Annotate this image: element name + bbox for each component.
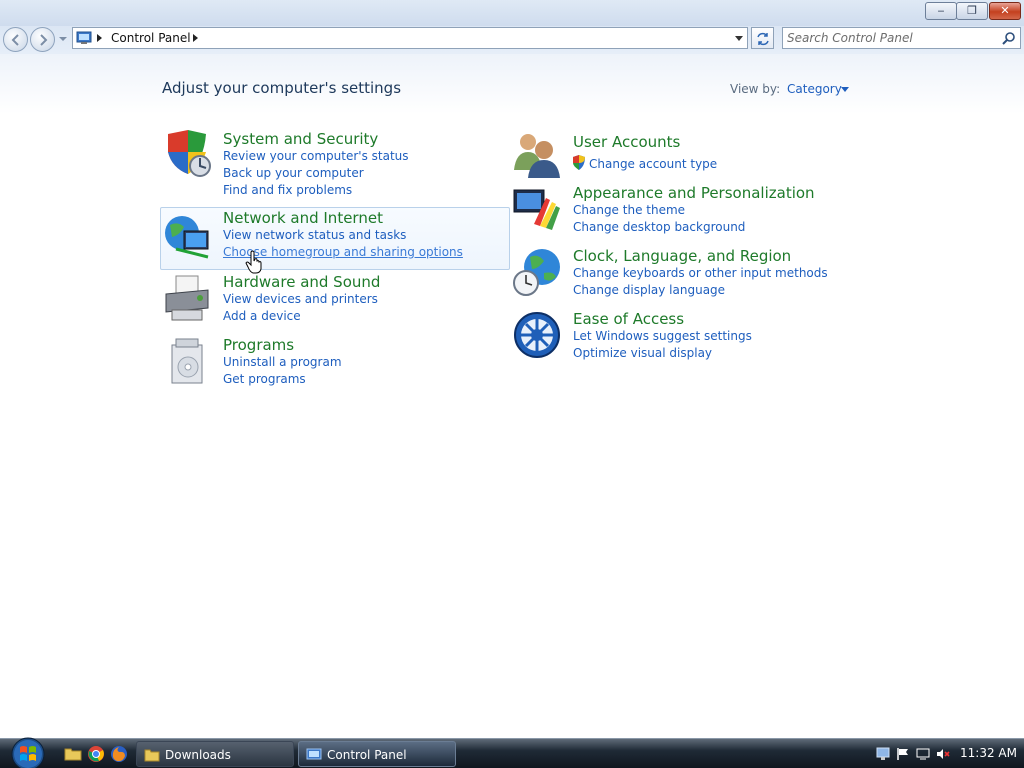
address-bar[interactable]: Control Panel: [72, 27, 748, 49]
taskbar: Downloads Control Panel 11:32 AM: [0, 736, 1024, 768]
volume-muted-icon[interactable]: [936, 747, 950, 761]
back-arrow-icon: [11, 34, 19, 46]
search-input[interactable]: [787, 30, 997, 46]
folder-icon: [144, 749, 160, 762]
view-by-chevron-down-icon[interactable]: [841, 87, 849, 92]
back-button[interactable]: [3, 27, 28, 52]
change-display-language-link[interactable]: Change display language: [573, 283, 725, 297]
clock-region-title[interactable]: Clock, Language, and Region: [573, 247, 791, 265]
content-area: Adjust your computer's settings View by:…: [0, 54, 1024, 738]
control-panel-icon: [306, 748, 322, 760]
tray-network-icon[interactable]: [876, 747, 890, 761]
taskbar-control-panel-label: Control Panel: [327, 748, 407, 762]
action-center-flag-icon[interactable]: [896, 747, 910, 761]
category-network-internet[interactable]: Network and Internet View network status…: [160, 207, 510, 270]
change-background-link[interactable]: Change desktop background: [573, 220, 745, 234]
refresh-icon: [757, 32, 769, 46]
change-theme-link[interactable]: Change the theme: [573, 203, 685, 217]
firefox-icon[interactable]: [110, 745, 128, 763]
change-keyboards-link[interactable]: Change keyboards or other input methods: [573, 266, 828, 280]
programs-title[interactable]: Programs: [223, 336, 294, 354]
suggest-settings-link[interactable]: Let Windows suggest settings: [573, 329, 752, 343]
category-user-accounts: User Accounts Change account type: [512, 130, 862, 178]
category-ease-access: Ease of Access Let Windows suggest setti…: [512, 308, 862, 368]
refresh-button[interactable]: [751, 27, 774, 49]
appearance-title[interactable]: Appearance and Personalization: [573, 184, 815, 202]
review-status-link[interactable]: Review your computer's status: [223, 149, 409, 163]
change-account-type-link[interactable]: Change account type: [589, 157, 717, 171]
explorer-folder-icon[interactable]: [64, 745, 82, 763]
control-panel-icon: [76, 31, 92, 44]
taskbar-clock[interactable]: 11:32 AM: [960, 746, 1017, 760]
add-device-link[interactable]: Add a device: [223, 309, 301, 323]
uac-shield-icon: [573, 155, 585, 170]
taskbar-downloads-button[interactable]: Downloads: [136, 741, 294, 767]
system-security-title[interactable]: System and Security: [223, 130, 378, 148]
backup-link[interactable]: Back up your computer: [223, 166, 364, 180]
hardware-sound-title[interactable]: Hardware and Sound: [223, 273, 380, 291]
printer-icon[interactable]: [162, 274, 212, 324]
category-appearance: Appearance and Personalization Change th…: [512, 182, 862, 242]
optimize-display-link[interactable]: Optimize visual display: [573, 346, 712, 360]
view-by-dropdown[interactable]: Category: [787, 82, 842, 96]
category-hardware-sound: Hardware and Sound View devices and prin…: [160, 272, 510, 332]
breadcrumb-separator-icon[interactable]: [97, 34, 102, 42]
appearance-icon[interactable]: [512, 184, 562, 234]
navigation-bar: Control Panel: [0, 26, 1024, 54]
programs-icon[interactable]: [162, 337, 212, 387]
ease-access-title[interactable]: Ease of Access: [573, 310, 684, 328]
title-bar: ‒ ❐ ✕: [0, 0, 1024, 26]
view-network-status-link[interactable]: View network status and tasks: [223, 228, 406, 242]
forward-arrow-icon: [40, 34, 48, 46]
category-programs: Programs Uninstall a program Get program…: [160, 335, 510, 395]
view-by-label: View by:: [730, 82, 781, 96]
hand-cursor-icon: [245, 250, 262, 274]
network-internet-title[interactable]: Network and Internet: [223, 209, 383, 227]
tray-display-icon[interactable]: [916, 747, 930, 761]
search-box[interactable]: [782, 27, 1021, 49]
forward-button[interactable]: [30, 27, 55, 52]
minimize-button[interactable]: ‒: [925, 2, 957, 20]
user-accounts-icon[interactable]: [512, 130, 562, 180]
clock-globe-icon[interactable]: [512, 247, 562, 297]
ease-of-access-icon[interactable]: [512, 310, 562, 360]
taskbar-downloads-label: Downloads: [165, 748, 231, 762]
page-title: Adjust your computer's settings: [162, 79, 402, 97]
user-accounts-title[interactable]: User Accounts: [573, 133, 680, 151]
category-clock-region: Clock, Language, and Region Change keybo…: [512, 245, 862, 305]
maximize-button[interactable]: ❐: [956, 2, 988, 20]
get-programs-link[interactable]: Get programs: [223, 372, 306, 386]
find-fix-problems-link[interactable]: Find and fix problems: [223, 183, 352, 197]
close-button[interactable]: ✕: [989, 2, 1021, 20]
category-system-security: System and Security Review your computer…: [160, 128, 510, 202]
search-icon[interactable]: [1002, 31, 1016, 45]
recent-pages-dropdown-icon[interactable]: [58, 34, 68, 44]
start-button-windows-orb-icon[interactable]: [8, 736, 48, 768]
devices-printers-link[interactable]: View devices and printers: [223, 292, 378, 306]
network-globe-icon: [165, 216, 209, 259]
breadcrumb-control-panel[interactable]: Control Panel: [111, 31, 191, 45]
breadcrumb-separator-icon[interactable]: [193, 34, 198, 42]
taskbar-control-panel-button[interactable]: Control Panel: [298, 741, 456, 767]
address-dropdown-icon[interactable]: [735, 36, 743, 41]
uninstall-program-link[interactable]: Uninstall a program: [223, 355, 342, 369]
chrome-icon[interactable]: [87, 745, 105, 763]
security-shield-icon[interactable]: [162, 130, 212, 180]
